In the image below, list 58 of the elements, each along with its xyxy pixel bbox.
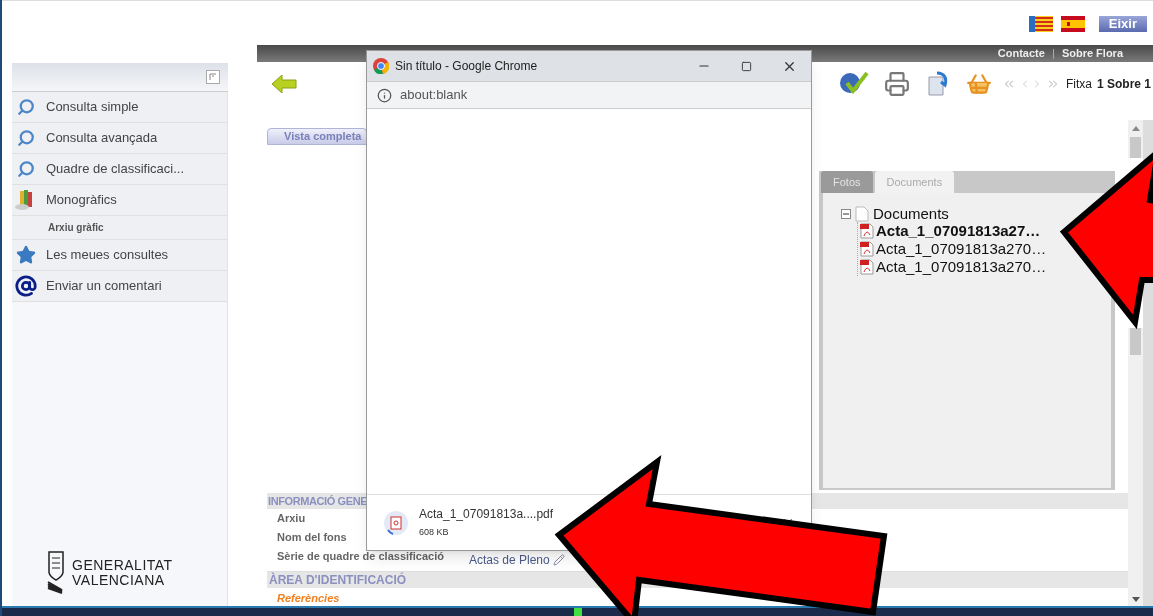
sidebar-item-label[interactable]: Enviar un comentari xyxy=(46,276,162,296)
sidebar-subitem[interactable]: Arxiu gràfic xyxy=(48,220,104,235)
sidebar-item[interactable]: Consulta avançada xyxy=(12,123,227,154)
search-icon xyxy=(17,160,35,178)
printer-icon[interactable] xyxy=(882,70,911,97)
collapse-icon[interactable] xyxy=(206,70,220,84)
sidebar-item[interactable]: Quadre de classificaci... xyxy=(12,154,227,185)
logo-text: VALENCIANA xyxy=(72,573,166,588)
sidebar-item-label[interactable]: Les meues consultes xyxy=(46,245,169,265)
search-icon xyxy=(17,129,35,147)
info-icon[interactable] xyxy=(377,87,392,103)
top-link[interactable]: Sobre Flora xyxy=(1061,45,1123,62)
top-link[interactable]: Contacte xyxy=(997,45,1045,62)
address-bar[interactable]: about:blank xyxy=(367,81,811,109)
document-icon xyxy=(855,205,869,222)
back-arrow-icon[interactable] xyxy=(271,73,297,94)
record-counter: 1 Sobre 1 xyxy=(1096,75,1151,93)
sidebar-item[interactable]: Consulta simple xyxy=(12,92,227,123)
scroll-thumb[interactable] xyxy=(1130,137,1141,158)
record-label: Fitxa xyxy=(1065,75,1092,93)
star-icon xyxy=(16,245,36,265)
pdf-file-icon xyxy=(860,223,874,239)
scroll-up-icon[interactable] xyxy=(1131,126,1140,131)
sidebar-item[interactable]: Enviar un comentari xyxy=(12,271,227,302)
scrollbar[interactable] xyxy=(1128,328,1143,606)
scroll-down-icon[interactable] xyxy=(1131,597,1140,602)
scrollbar-top[interactable] xyxy=(1128,120,1143,158)
maximize-icon[interactable] xyxy=(741,60,752,72)
logo-text: GENERALITAT xyxy=(72,558,173,573)
sidebar-item-label[interactable]: Consulta avançada xyxy=(46,128,158,148)
download-size: 608 KB xyxy=(419,526,450,540)
url-text[interactable]: about:blank xyxy=(400,85,468,105)
pdf-file-icon xyxy=(860,241,874,257)
flag-icon[interactable] xyxy=(1060,16,1085,32)
collapse-toggle-icon[interactable] xyxy=(841,208,851,219)
sidebar-item-label[interactable]: Quadre de classificaci... xyxy=(46,159,184,179)
crest-icon xyxy=(46,550,66,596)
pdf-file-icon xyxy=(860,259,874,275)
tree-root-label[interactable]: Documents xyxy=(873,205,949,222)
at-icon xyxy=(15,275,37,297)
subsection-heading: Referències xyxy=(276,590,341,606)
sidebar-item[interactable]: Les meues consultes xyxy=(12,240,227,271)
edit-icon[interactable] xyxy=(552,554,565,566)
chrome-logo-icon xyxy=(373,58,389,74)
pdf-download-icon xyxy=(383,509,409,536)
scroll-thumb[interactable] xyxy=(1130,328,1141,355)
download-filename: Acta_1_07091813a....pdf xyxy=(419,506,554,524)
sidebar-item-label[interactable]: Monogràfics xyxy=(46,190,117,210)
sidebar-item-label[interactable]: Consulta simple xyxy=(46,97,139,117)
flag-icon[interactable] xyxy=(1028,16,1053,32)
window-title: Sin título - Google Chrome xyxy=(395,58,538,75)
field-label: Arxiu xyxy=(277,510,306,526)
field-label: Sèrie de quadre de classificació xyxy=(277,548,444,564)
field-value: Actas de Pleno xyxy=(469,552,550,569)
taskbar-indicator xyxy=(574,608,582,616)
sidebar-item[interactable]: Monogràfics xyxy=(12,185,227,216)
field-label: Nom del fons xyxy=(277,529,347,545)
search-icon xyxy=(17,98,35,116)
